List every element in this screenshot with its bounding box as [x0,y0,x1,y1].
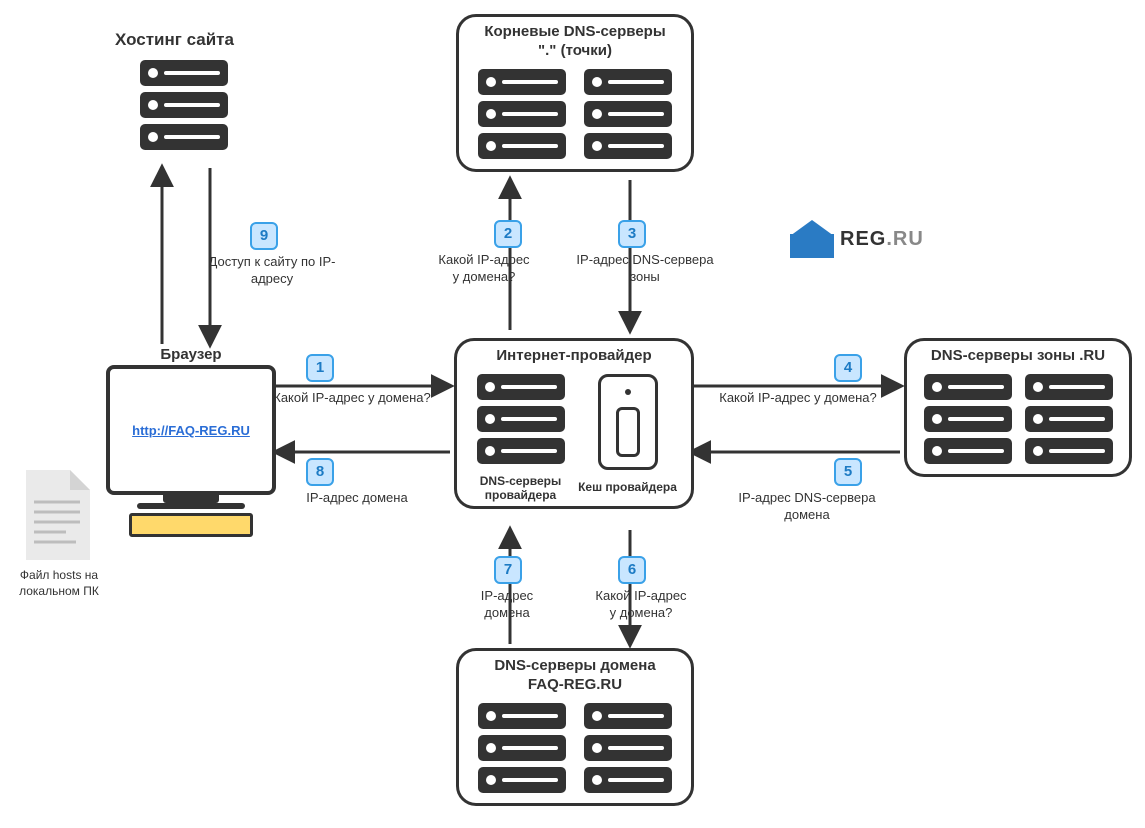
step-badge-6: 6 [618,556,646,584]
domain-dns-title: DNS-серверы домена FAQ-REG.RU [459,651,691,697]
server-icon [478,767,566,793]
step-label-1: Какой IP-адрес у домена? [262,390,442,407]
hosts-l1: Файл hosts на [20,568,98,582]
regru-logo: REG.RU [790,220,924,258]
server-icon [478,735,566,761]
server-icon [1025,374,1113,400]
domain-title-l1: DNS-серверы домена [494,657,655,674]
server-icon [924,406,1012,432]
isp-dns-label: DNS-серверы провайдера [467,474,574,502]
hosting-servers [140,60,228,150]
server-icon [140,60,228,86]
step-badge-3: 3 [618,220,646,248]
domain-title-l2: FAQ-REG.RU [528,676,622,693]
step-label-7: IP-адресдомена [452,588,562,622]
step-label-6: Какой IP-адресу домена? [576,588,706,622]
domain-servers [459,697,691,803]
server-icon [584,735,672,761]
step-label-4: Какой IP-адрес у домена? [700,390,896,407]
server-icon [478,69,566,95]
document-icon [18,466,98,564]
server-icon [478,703,566,729]
cache-icon [598,374,658,470]
browser-title: Браузер [106,346,276,363]
brand-text: REG.RU [840,228,924,251]
step-badge-9: 9 [250,222,278,250]
isp-content: DNS-серверы провайдера Кеш провайдера [457,368,691,506]
brand-main: REG [840,228,886,250]
hosts-file: Файл hosts на локальном ПК [18,466,100,599]
house-icon [790,220,834,258]
root-servers [459,63,691,169]
isp-cache-label: Кеш провайдера [578,480,677,494]
server-icon [584,703,672,729]
monitor-stand [163,493,219,503]
zone-servers [907,368,1129,474]
hosts-caption: Файл hosts на локальном ПК [18,568,100,599]
step-label-2: Какой IP-адресу домена? [424,252,544,286]
server-icon [584,133,672,159]
step-badge-4: 4 [834,354,862,382]
step-badge-5: 5 [834,458,862,486]
server-icon [584,101,672,127]
hosts-l2: локальном ПК [19,584,99,598]
step-label-8: IP-адрес домена [282,490,432,507]
server-icon [478,133,566,159]
server-icon [477,374,565,400]
server-icon [478,101,566,127]
hosting-title: Хостинг сайта [115,30,234,50]
isp-box: Интернет-провайдер DNS-серверы провайдер… [454,338,694,509]
zone-title: DNS-серверы зоны .RU [907,341,1129,368]
root-dns-box: Корневые DNS-серверы "." (точки) [456,14,694,172]
keyboard-icon [129,513,253,537]
server-icon [1025,438,1113,464]
server-icon [1025,406,1113,432]
step-badge-1: 1 [306,354,334,382]
root-dns-title: Корневые DNS-серверы "." (точки) [459,17,691,63]
zone-ru-box: DNS-серверы зоны .RU [904,338,1132,477]
server-icon [584,767,672,793]
server-icon [924,374,1012,400]
monitor-icon: http://FAQ-REG.RU [106,365,276,495]
server-icon [584,69,672,95]
step-badge-7: 7 [494,556,522,584]
step-label-5: IP-адрес DNS-серверадомена [722,490,892,524]
browser-url: http://FAQ-REG.RU [132,423,250,438]
brand-suffix: .RU [886,228,923,250]
root-title-l1: Корневые DNS-серверы [484,23,665,40]
step-label-3: IP-адрес DNS-серверазоны [560,252,730,286]
diagram-stage: Хостинг сайта Корневые DNS-серверы "." (… [0,0,1145,828]
server-icon [140,124,228,150]
server-icon [924,438,1012,464]
server-icon [140,92,228,118]
root-title-l2: "." (точки) [538,42,612,59]
step-badge-2: 2 [494,220,522,248]
step-badge-8: 8 [306,458,334,486]
browser-block: Браузер http://FAQ-REG.RU [106,346,276,537]
domain-dns-box: DNS-серверы домена FAQ-REG.RU [456,648,694,806]
isp-title: Интернет-провайдер [457,341,691,368]
server-icon [477,438,565,464]
step-label-9: Доступ к сайту по IP-адресу [192,254,352,288]
monitor-base [137,503,245,509]
server-icon [477,406,565,432]
